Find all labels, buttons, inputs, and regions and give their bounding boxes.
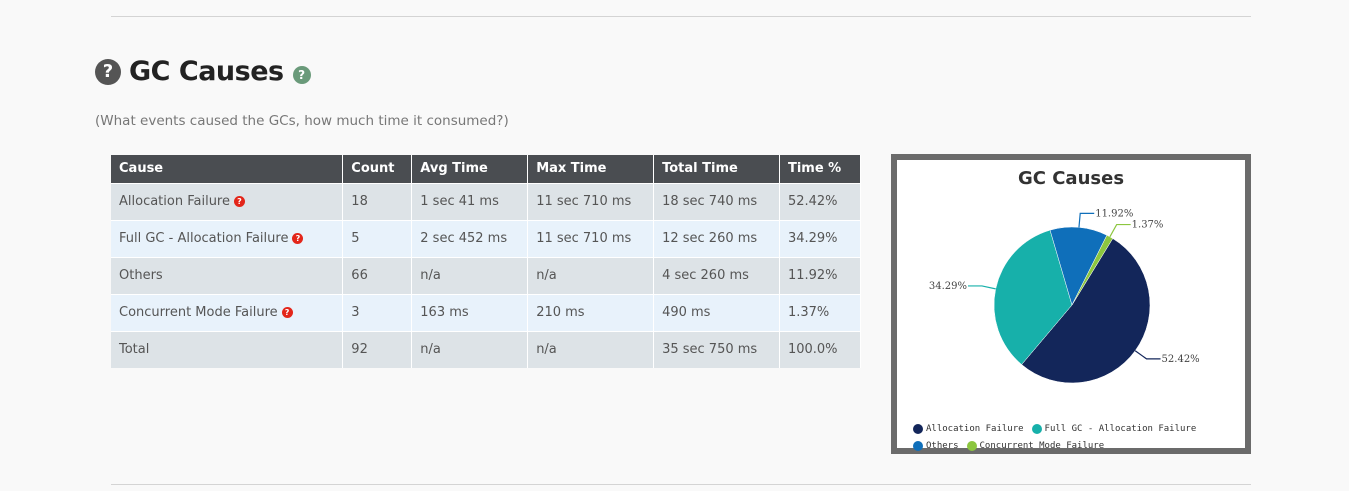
cell-total-time: 18 sec 740 ms <box>653 182 780 220</box>
cell-cause: Full GC - Allocation Failure? <box>111 219 344 257</box>
legend-item[interactable]: Concurrent Mode Failure <box>966 439 1105 453</box>
cell-count: 5 <box>342 219 413 257</box>
slice-leader-line <box>1109 223 1131 238</box>
top-divider <box>111 16 1251 17</box>
cell-time-pct: 11.92% <box>779 256 862 294</box>
legend-swatch <box>913 441 923 451</box>
cause-help-icon[interactable]: ? <box>281 307 293 318</box>
slice-leader-line <box>1078 212 1095 228</box>
cause-label: Total <box>119 342 150 358</box>
legend-swatch <box>1031 424 1042 434</box>
help-icon[interactable]: ? <box>95 58 121 85</box>
cell-cause: Concurrent Mode Failure? <box>111 293 344 331</box>
cause-label: Full GC - Allocation Failure <box>119 231 289 246</box>
cell-time-pct: 1.37% <box>779 293 862 331</box>
slice-label: 11.92% <box>1095 208 1133 219</box>
legend-item[interactable]: Others <box>913 439 959 453</box>
col-cause: Cause <box>111 155 344 183</box>
cell-total-time: 4 sec 260 ms <box>653 256 780 294</box>
col-avg-time: Avg Time <box>411 155 529 183</box>
legend-item[interactable]: Full GC - Allocation Failure <box>1031 422 1197 436</box>
col-time-pct: Time % <box>779 155 862 183</box>
cause-label: Allocation Failure <box>119 194 230 209</box>
cell-count: 3 <box>342 293 413 331</box>
legend-label: Concurrent Mode Failure <box>979 441 1105 451</box>
legend-item[interactable]: Allocation Failure <box>913 422 1024 436</box>
bottom-divider <box>111 484 1251 485</box>
table-row: Others 66 n/a n/a 4 sec 260 ms 11.92% <box>111 256 862 294</box>
cell-count: 92 <box>342 330 413 368</box>
legend-swatch <box>966 441 977 451</box>
cell-count: 18 <box>342 182 413 220</box>
cell-max-time: 11 sec 710 ms <box>527 182 655 220</box>
legend-label: Others <box>926 441 959 451</box>
table-row: Full GC - Allocation Failure? 5 2 sec 452 … <box>111 219 862 257</box>
cause-label: Concurrent Mode Failure <box>119 305 278 320</box>
cell-cause: Allocation Failure? <box>111 182 344 220</box>
cell-avg-time: 163 ms <box>411 293 529 331</box>
slice-leader-line <box>967 285 996 290</box>
cell-max-time: n/a <box>527 330 655 368</box>
pie-chart: 52.42% 34.29% 11.92%1.37% <box>929 208 1200 384</box>
cell-avg-time: 2 sec 452 ms <box>411 219 529 257</box>
section-heading: ? GC Causes ? <box>95 56 311 87</box>
table-row: Concurrent Mode Failure? 3 163 ms 210 ms 490… <box>111 293 862 331</box>
cell-avg-time: 1 sec 41 ms <box>411 182 529 220</box>
legend-label: Allocation Failure <box>926 424 1024 434</box>
slice-leader-line <box>1134 350 1161 360</box>
cell-avg-time: n/a <box>411 330 529 368</box>
cell-max-time: n/a <box>527 256 655 294</box>
table-row: Total 92 n/a n/a 35 sec 750 ms 100.0% <box>111 330 862 368</box>
cell-time-pct: 34.29% <box>779 219 862 257</box>
cell-time-pct: 52.42% <box>779 182 862 220</box>
cause-help-icon[interactable]: ? <box>292 233 304 244</box>
cell-count: 66 <box>342 256 413 294</box>
cell-total-time: 12 sec 260 ms <box>653 219 780 257</box>
cell-cause: Total <box>111 330 344 368</box>
cell-avg-time: n/a <box>411 256 529 294</box>
cause-help-icon[interactable]: ? <box>234 196 245 207</box>
section-subtitle: (What events caused the GCs, how much ti… <box>95 113 509 129</box>
slice-label: 1.37% <box>1132 220 1164 231</box>
cell-max-time: 11 sec 710 ms <box>527 219 655 257</box>
col-total-time: Total Time <box>653 155 780 183</box>
col-count: Count <box>342 155 413 183</box>
cell-cause: Others <box>111 256 344 294</box>
cause-label: Others <box>119 268 163 283</box>
gc-causes-chart: GC Causes 52.42% 34.29% 11.92% 1.37% Alloca… <box>891 154 1251 454</box>
table-row: Allocation Failure? 18 1 sec 41 ms 11 sec 7… <box>111 182 862 220</box>
section-title: GC Causes <box>129 56 284 87</box>
info-help-icon[interactable]: ? <box>292 65 311 84</box>
cell-max-time: 210 ms <box>527 293 655 331</box>
cell-time-pct: 100.0% <box>779 330 862 368</box>
cell-total-time: 490 ms <box>653 293 780 331</box>
chart-legend: Allocation Failure Full GC - Allocation F… <box>913 422 1243 456</box>
slice-label: 34.29% <box>929 281 967 292</box>
legend-swatch <box>913 424 923 434</box>
gc-causes-table: Cause Count Avg Time Max Time Total Time… <box>111 155 862 368</box>
cell-total-time: 35 sec 750 ms <box>653 330 780 368</box>
legend-label: Full GC - Allocation Failure <box>1044 424 1197 434</box>
table-header-row: Cause Count Avg Time Max Time Total Time… <box>111 155 862 183</box>
col-max-time: Max Time <box>527 155 655 183</box>
slice-label: 52.42% <box>1162 354 1200 365</box>
